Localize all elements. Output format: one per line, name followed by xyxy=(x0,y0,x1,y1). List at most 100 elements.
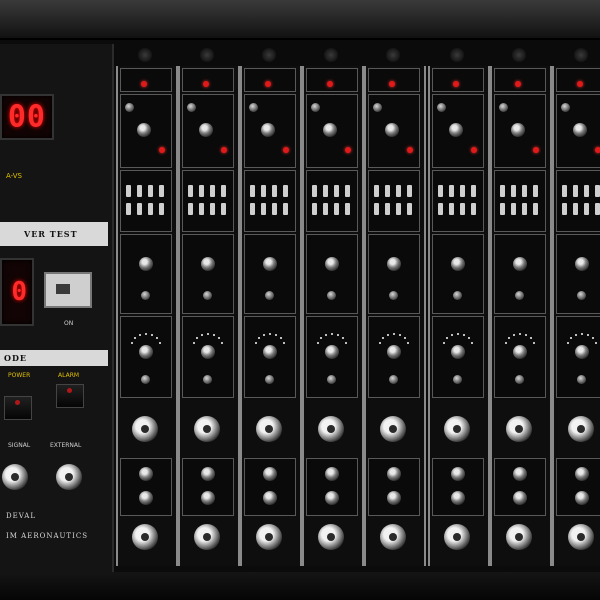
knob-icon[interactable] xyxy=(387,491,401,505)
knob-icon[interactable] xyxy=(512,48,526,62)
toggle-switch-icon[interactable] xyxy=(471,203,476,215)
toggle-switch-icon[interactable] xyxy=(460,203,465,215)
toggle-switch-icon[interactable] xyxy=(148,203,153,215)
toggle-switch-icon[interactable] xyxy=(407,203,412,215)
toggle-switch-icon[interactable] xyxy=(250,203,255,215)
toggle-switch-icon[interactable] xyxy=(210,185,215,197)
toggle-switch-icon[interactable] xyxy=(334,203,339,215)
toggle-switch-icon[interactable] xyxy=(188,203,193,215)
knob-icon[interactable] xyxy=(200,48,214,62)
toggle-switch-icon[interactable] xyxy=(374,203,379,215)
bnc-connector-icon[interactable] xyxy=(506,416,532,442)
toggle-switch-icon[interactable] xyxy=(159,185,164,197)
toggle-switch-icon[interactable] xyxy=(221,203,226,215)
knob-icon[interactable] xyxy=(449,123,463,137)
toggle-switch-icon[interactable] xyxy=(159,203,164,215)
knob-icon[interactable] xyxy=(575,467,589,481)
bnc-connector-icon[interactable] xyxy=(56,464,82,490)
knob-icon[interactable] xyxy=(325,345,339,359)
toggle-switch-icon[interactable] xyxy=(438,203,443,215)
bnc-connector-icon[interactable] xyxy=(256,524,282,550)
bnc-connector-icon[interactable] xyxy=(568,524,594,550)
toggle-switch-icon[interactable] xyxy=(533,203,538,215)
toggle-switch-icon[interactable] xyxy=(533,185,538,197)
toggle-switch-icon[interactable] xyxy=(345,203,350,215)
knob-icon[interactable] xyxy=(263,345,277,359)
knob-icon[interactable] xyxy=(203,375,212,384)
toggle-switch-icon[interactable] xyxy=(312,185,317,197)
knob-icon[interactable] xyxy=(262,48,276,62)
toggle-switch-icon[interactable] xyxy=(385,185,390,197)
knob-icon[interactable] xyxy=(385,123,399,137)
knob-icon[interactable] xyxy=(263,257,277,271)
knob-icon[interactable] xyxy=(325,467,339,481)
knob-icon[interactable] xyxy=(187,103,196,112)
knob-icon[interactable] xyxy=(575,345,589,359)
knob-icon[interactable] xyxy=(265,375,274,384)
knob-icon[interactable] xyxy=(577,375,586,384)
knob-icon[interactable] xyxy=(201,345,215,359)
knob-icon[interactable] xyxy=(389,375,398,384)
toggle-switch-icon[interactable] xyxy=(137,185,142,197)
knob-icon[interactable] xyxy=(387,467,401,481)
bnc-connector-icon[interactable] xyxy=(444,416,470,442)
knob-icon[interactable] xyxy=(386,48,400,62)
toggle-switch-icon[interactable] xyxy=(345,185,350,197)
knob-icon[interactable] xyxy=(451,491,465,505)
toggle-switch-icon[interactable] xyxy=(511,203,516,215)
toggle-switch-icon[interactable] xyxy=(449,203,454,215)
knob-icon[interactable] xyxy=(453,375,462,384)
knob-icon[interactable] xyxy=(325,491,339,505)
knob-icon[interactable] xyxy=(141,375,150,384)
bnc-connector-icon[interactable] xyxy=(132,524,158,550)
bnc-connector-icon[interactable] xyxy=(568,416,594,442)
knob-icon[interactable] xyxy=(515,291,524,300)
toggle-switch-icon[interactable] xyxy=(126,203,131,215)
knob-icon[interactable] xyxy=(451,345,465,359)
knob-icon[interactable] xyxy=(387,345,401,359)
bnc-connector-icon[interactable] xyxy=(380,416,406,442)
bnc-connector-icon[interactable] xyxy=(318,416,344,442)
toggle-switch-icon[interactable] xyxy=(261,185,266,197)
knob-icon[interactable] xyxy=(561,103,570,112)
power-switch[interactable] xyxy=(44,272,92,308)
toggle-switch-icon[interactable] xyxy=(511,185,516,197)
knob-icon[interactable] xyxy=(201,257,215,271)
knob-icon[interactable] xyxy=(324,48,338,62)
toggle-switch-icon[interactable] xyxy=(261,203,266,215)
knob-icon[interactable] xyxy=(139,491,153,505)
knob-icon[interactable] xyxy=(139,257,153,271)
knob-icon[interactable] xyxy=(249,103,258,112)
knob-icon[interactable] xyxy=(125,103,134,112)
knob-icon[interactable] xyxy=(577,291,586,300)
bnc-connector-icon[interactable] xyxy=(194,524,220,550)
toggle-switch-icon[interactable] xyxy=(573,203,578,215)
toggle-switch-icon[interactable] xyxy=(522,185,527,197)
toggle-switch-icon[interactable] xyxy=(199,203,204,215)
knob-icon[interactable] xyxy=(327,375,336,384)
toggle-switch-icon[interactable] xyxy=(385,203,390,215)
knob-icon[interactable] xyxy=(511,123,525,137)
toggle-switch-icon[interactable] xyxy=(449,185,454,197)
knob-icon[interactable] xyxy=(137,123,151,137)
knob-icon[interactable] xyxy=(325,257,339,271)
knob-icon[interactable] xyxy=(263,491,277,505)
bnc-connector-icon[interactable] xyxy=(2,464,28,490)
knob-icon[interactable] xyxy=(451,257,465,271)
knob-icon[interactable] xyxy=(203,291,212,300)
toggle-switch-icon[interactable] xyxy=(573,185,578,197)
toggle-switch-icon[interactable] xyxy=(137,203,142,215)
toggle-switch-icon[interactable] xyxy=(250,185,255,197)
toggle-switch-icon[interactable] xyxy=(407,185,412,197)
knob-icon[interactable] xyxy=(575,257,589,271)
knob-icon[interactable] xyxy=(437,103,446,112)
knob-icon[interactable] xyxy=(513,257,527,271)
alarm-pushbutton[interactable] xyxy=(56,384,84,408)
bnc-connector-icon[interactable] xyxy=(256,416,282,442)
bnc-connector-icon[interactable] xyxy=(444,524,470,550)
toggle-switch-icon[interactable] xyxy=(210,203,215,215)
toggle-switch-icon[interactable] xyxy=(438,185,443,197)
knob-icon[interactable] xyxy=(141,291,150,300)
knob-icon[interactable] xyxy=(261,123,275,137)
knob-icon[interactable] xyxy=(201,467,215,481)
